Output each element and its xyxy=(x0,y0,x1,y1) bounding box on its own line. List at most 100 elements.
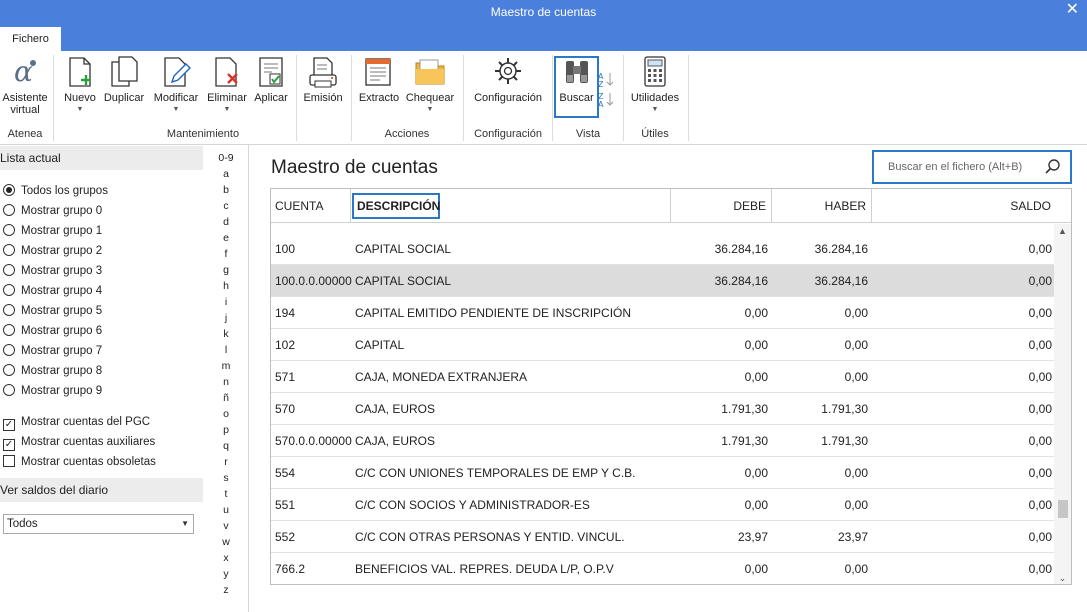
radio-grupo-5[interactable]: Mostrar grupo 5 xyxy=(3,303,102,321)
alphabet-letter[interactable]: c xyxy=(203,200,249,212)
alphabet-letter[interactable]: d xyxy=(203,216,249,228)
header-haber[interactable]: HABER xyxy=(772,189,872,223)
search-input[interactable]: Buscar en el fichero (Alt+B) xyxy=(872,150,1072,184)
tab-fichero[interactable]: Fichero xyxy=(0,27,61,51)
alphabet-letter[interactable]: b xyxy=(203,184,249,196)
table-row[interactable]: 100 CAPITAL SOCIAL 36.284,16 36.284,16 0,00 xyxy=(271,233,1054,265)
sort-az-icon[interactable]: AZZA xyxy=(598,69,614,112)
table-row[interactable]: 552 C/C CON OTRAS PERSONAS Y ENTID. VINCU… xyxy=(271,521,1054,553)
extracto-button[interactable]: Extracto xyxy=(357,55,401,104)
emision-button[interactable]: Emisión xyxy=(300,55,346,104)
check-label: Mostrar cuentas auxiliares xyxy=(21,436,156,448)
saldos-select[interactable]: Todos ▼ xyxy=(3,514,194,534)
radio-label: Mostrar grupo 9 xyxy=(21,385,103,397)
table-row[interactable]: 194 CAPITAL EMITIDO PENDIENTE DE INSCRIPC… xyxy=(271,297,1054,329)
table-row[interactable]: 571 CAJA, MONEDA EXTRANJERA 0,00 0,00 0,00 xyxy=(271,361,1054,393)
alphabet-letter[interactable]: m xyxy=(203,360,249,372)
alphabet-letter[interactable]: p xyxy=(203,424,249,436)
alphabet-letter[interactable]: a xyxy=(203,168,249,180)
radio-grupo-4[interactable]: Mostrar grupo 4 xyxy=(3,283,102,301)
vertical-scrollbar[interactable]: ▲ ⌄ xyxy=(1054,224,1071,584)
alphabet-letter[interactable]: r xyxy=(203,456,249,468)
alphabet-letter[interactable]: i xyxy=(203,296,249,308)
alphabet-letter[interactable]: z xyxy=(203,584,249,596)
aplicar-button[interactable]: Aplicar xyxy=(252,55,290,104)
nuevo-button[interactable]: Nuevo ▼ xyxy=(58,55,102,113)
extract-icon xyxy=(363,55,395,89)
cell-descripcion: CAPITAL SOCIAL xyxy=(355,242,452,256)
alphabet-letter[interactable]: f xyxy=(203,248,249,260)
alphabet-letter[interactable]: q xyxy=(203,440,249,452)
table-row[interactable]: 100.0.0.00000 CAPITAL SOCIAL 36.284,16 36.2… xyxy=(271,265,1054,297)
alphabet-letter[interactable]: e xyxy=(203,232,249,244)
configuracion-button[interactable]: Configuración xyxy=(468,55,548,104)
radio-icon xyxy=(3,184,15,196)
radio-grupo-8[interactable]: Mostrar grupo 8 xyxy=(3,363,102,381)
close-icon[interactable]: ✕ xyxy=(1066,1,1079,19)
alphabet-letter[interactable]: t xyxy=(203,488,249,500)
asistente-virtual-button[interactable]: α Asistente virtual xyxy=(0,55,50,116)
table-row[interactable]: 570 CAJA, EUROS 1.791,30 1.791,30 0,00 xyxy=(271,393,1054,425)
eliminar-button[interactable]: Eliminar ▼ xyxy=(205,55,249,113)
header-saldo[interactable]: SALDO xyxy=(872,189,1053,223)
radio-label: Mostrar grupo 6 xyxy=(21,325,103,337)
scrollbar-thumb[interactable] xyxy=(1058,500,1068,518)
table-row[interactable]: 570.0.0.00000 CAJA, EUROS 1.791,30 1.791,30… xyxy=(271,425,1054,457)
alphabet-letter[interactable]: y xyxy=(203,568,249,580)
check-cuentas-pgc[interactable]: ✓ Mostrar cuentas del PGC xyxy=(3,414,150,432)
chevron-up-icon[interactable]: ▲ xyxy=(1054,226,1071,236)
radio-grupo-7[interactable]: Mostrar grupo 7 xyxy=(3,343,102,361)
cell-saldo: 0,00 xyxy=(1028,530,1052,544)
radio-grupo-2[interactable]: Mostrar grupo 2 xyxy=(3,243,102,261)
alphabet-letter[interactable]: n xyxy=(203,376,249,388)
header-debe[interactable]: DEBE xyxy=(671,189,772,223)
alphabet-letter[interactable]: v xyxy=(203,520,249,532)
buscar-label: Buscar xyxy=(559,92,594,104)
cell-haber: 1.791,30 xyxy=(821,402,868,416)
print-icon xyxy=(307,55,339,89)
alphabet-letter[interactable]: o xyxy=(203,408,249,420)
group-vista: Vista xyxy=(575,128,601,140)
table-row[interactable]: 766.2 BENEFICIOS VAL. REPRES. DEUDA L/P, … xyxy=(271,553,1054,584)
buscar-button[interactable]: Buscar xyxy=(556,55,597,104)
alphabet-letter[interactable]: l xyxy=(203,344,249,356)
utilidades-button[interactable]: Utilidades ▼ xyxy=(627,55,683,113)
cell-haber: 0,00 xyxy=(844,338,868,352)
radio-grupo-6[interactable]: Mostrar grupo 6 xyxy=(3,323,102,341)
radio-todos-grupos[interactable]: Todos los grupos xyxy=(3,183,108,201)
alphabet-letter[interactable]: ñ xyxy=(203,392,249,404)
alphabet-letter[interactable]: w xyxy=(203,536,249,548)
alphabet-letter[interactable]: k xyxy=(203,328,249,340)
radio-grupo-1[interactable]: Mostrar grupo 1 xyxy=(3,223,102,241)
alphabet-letter[interactable]: x xyxy=(203,552,249,564)
alphabet-letter[interactable]: s xyxy=(203,472,249,484)
modificar-button[interactable]: Modificar ▼ xyxy=(150,55,202,113)
table-row[interactable]: 551 C/C CON SOCIOS Y ADMINISTRADOR-ES 0,00… xyxy=(271,489,1054,521)
asistente-label-1: Asistente xyxy=(2,92,48,104)
radio-grupo-9[interactable]: Mostrar grupo 9 xyxy=(3,383,102,401)
check-cuentas-obsoletas[interactable]: Mostrar cuentas obsoletas xyxy=(3,454,156,472)
chequear-button[interactable]: Chequear ▼ xyxy=(403,55,457,113)
alphabet-letter[interactable]: g xyxy=(203,264,249,276)
radio-grupo-0[interactable]: Mostrar grupo 0 xyxy=(3,203,102,221)
search-icon[interactable] xyxy=(1044,158,1062,176)
cell-cuenta: 554 xyxy=(275,466,296,480)
table-row[interactable]: 554 C/C CON UNIONES TEMPORALES DE EMP Y C… xyxy=(271,457,1054,489)
svg-text:α: α xyxy=(14,55,33,88)
duplicar-button[interactable]: Duplicar xyxy=(101,55,147,104)
chevron-down-icon[interactable]: ⌄ xyxy=(1054,573,1071,584)
cell-cuenta: 571 xyxy=(275,370,296,384)
cell-haber: 23,97 xyxy=(837,530,868,544)
alphabet-letter[interactable]: 0-9 xyxy=(203,152,249,164)
folder-check-icon xyxy=(414,55,446,89)
cell-cuenta: 570.0.0.00000 xyxy=(275,434,352,448)
check-cuentas-auxiliares[interactable]: ✓ Mostrar cuentas auxiliares xyxy=(3,434,155,452)
cell-saldo: 0,00 xyxy=(1028,274,1052,288)
alphabet-letter[interactable]: h xyxy=(203,280,249,292)
radio-grupo-3[interactable]: Mostrar grupo 3 xyxy=(3,263,102,281)
alphabet-letter[interactable]: u xyxy=(203,504,249,516)
cell-descripcion: CAPITAL SOCIAL xyxy=(355,274,452,288)
alphabet-letter[interactable]: j xyxy=(203,312,249,324)
table-row[interactable]: 102 CAPITAL 0,00 0,00 0,00 xyxy=(271,329,1054,361)
cell-descripcion: CAJA, EUROS xyxy=(355,434,436,448)
